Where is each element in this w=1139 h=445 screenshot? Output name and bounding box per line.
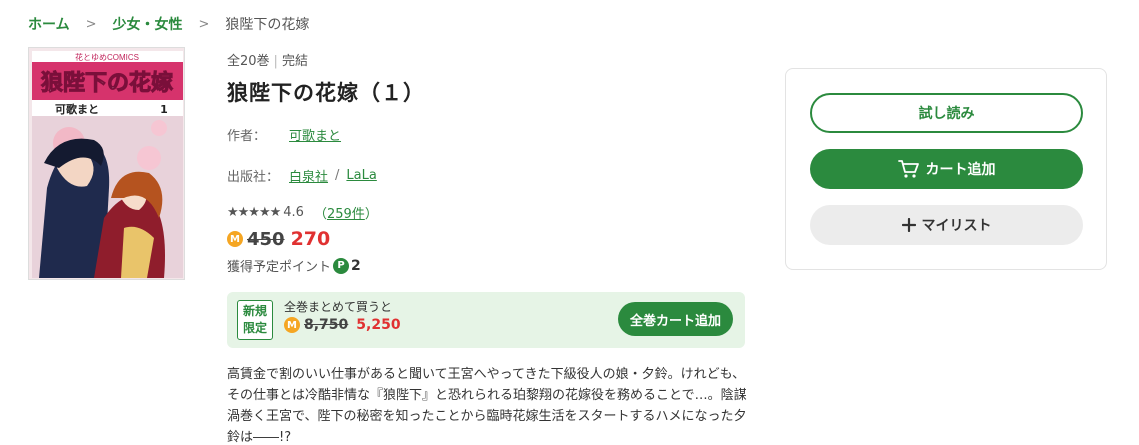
rating-row: ★★★★★ 4.6 （259件） — [227, 205, 378, 222]
breadcrumb-current: 狼陛下の花嫁 — [225, 17, 310, 33]
page-title: 狼陛下の花嫁（１） — [227, 81, 425, 105]
star-rating-icon: ★★★★★ — [227, 205, 281, 220]
author-label: 作者： — [227, 129, 267, 144]
add-to-mylist-button[interactable]: マイリスト — [810, 205, 1083, 245]
sale-price: 270 — [290, 228, 331, 250]
publisher-link[interactable]: 白泉社 — [289, 166, 328, 185]
author-row: 作者： 可歌まと — [227, 125, 747, 144]
review-count-link[interactable]: 259件 — [327, 207, 365, 222]
bundle-sale-price: 5,250 — [356, 317, 401, 333]
cover-volume: 1 — [160, 103, 168, 116]
publisher-label: 出版社： — [227, 170, 280, 185]
bundle-price: M 8,750 5,250 — [284, 317, 401, 333]
cover-author: 可歌まと — [55, 102, 99, 116]
breadcrumb-category[interactable]: 少女・女性 — [113, 14, 183, 34]
original-price: 450 — [247, 228, 285, 250]
chevron-right-icon: > — [85, 16, 97, 32]
purchase-panel: 試し読み カート追加 マイリスト — [785, 68, 1107, 270]
bundle-offer: 新規 限定 全巻まとめて買うと M 8,750 5,250 全巻カート追加 — [227, 292, 745, 348]
bundle-text: 全巻まとめて買うと — [284, 300, 393, 314]
bundle-original-price: 8,750 — [304, 317, 349, 333]
points-label: 獲得予定ポイント — [227, 260, 332, 275]
coin-icon: M — [284, 317, 300, 333]
point-icon: P — [333, 257, 350, 274]
cover-label: 花とゆめCOMICS — [75, 52, 139, 62]
publisher-row: 出版社： 白泉社 / LaLa — [227, 166, 377, 185]
cover-illustration: 花とゆめCOMICS 狼陛下の花嫁 可歌まと 1 — [29, 48, 184, 279]
chevron-right-icon: > — [198, 16, 210, 32]
points-value: 2 — [351, 257, 361, 274]
book-cover[interactable]: 花とゆめCOMICS 狼陛下の花嫁 可歌まと 1 — [28, 47, 185, 280]
volume-count: 全20巻 — [227, 54, 270, 69]
add-to-cart-button[interactable]: カート追加 — [810, 149, 1083, 189]
bundle-add-to-cart-button[interactable]: 全巻カート追加 — [617, 302, 733, 336]
price-row: M 450 270 — [227, 228, 747, 250]
rating-value: 4.6 — [283, 205, 304, 220]
add-to-cart-label: カート追加 — [925, 162, 996, 178]
book-info: 全20巻 | 完結 狼陛下の花嫁（１） 作者： 可歌まと 出版社： 白泉社 / La… — [227, 50, 747, 445]
breadcrumb-home[interactable]: ホーム — [28, 14, 70, 34]
breadcrumb: ホーム > 少女・女性 > 狼陛下の花嫁 — [28, 14, 309, 34]
plus-icon — [901, 218, 916, 232]
author-link[interactable]: 可歌まと — [289, 125, 341, 144]
trial-read-button[interactable]: 試し読み — [810, 93, 1083, 133]
volume-status: 全20巻 | 完結 — [227, 54, 308, 69]
coin-icon: M — [227, 231, 243, 247]
mylist-label: マイリスト — [921, 218, 992, 234]
book-description: 高賃金で割のいい仕事があると聞いて王宮へやってきた下級役人の娘・夕鈴。けれども、… — [227, 367, 747, 445]
points-row: 獲得予定ポイント P 2 — [227, 256, 747, 275]
limited-badge: 新規 限定 — [237, 300, 273, 340]
cover-title: 狼陛下の花嫁 — [41, 70, 173, 96]
series-status: 完結 — [281, 54, 308, 69]
label-link[interactable]: LaLa — [346, 168, 376, 183]
trial-read-label: 試し読み — [918, 106, 975, 122]
cart-icon — [897, 159, 920, 179]
